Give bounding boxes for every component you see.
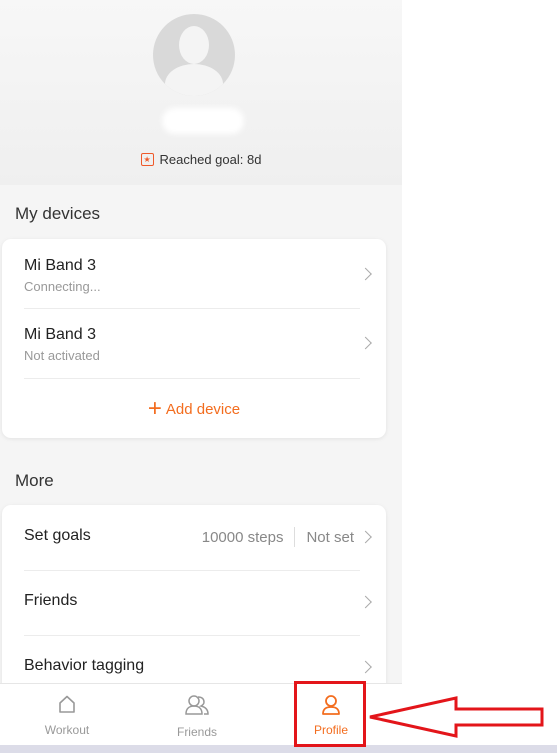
- chevron-right-icon: [359, 660, 372, 674]
- chevron-right-icon: [359, 336, 372, 349]
- value-separator: [294, 527, 296, 547]
- device-name: Mi Band 3: [24, 257, 97, 274]
- plus-icon: +: [147, 395, 162, 422]
- add-device-label: Add device: [165, 400, 241, 418]
- annotation-highlight-box: [294, 681, 366, 747]
- app-screen: ★ Reached goal: 8d My devices Mi Band 3 …: [0, 0, 402, 753]
- device-item[interactable]: Mi Band 3 Connecting...: [24, 239, 372, 308]
- blurred-username: [162, 108, 244, 134]
- avatar-body-shape: [165, 64, 223, 96]
- tab-friends[interactable]: Friends: [130, 684, 264, 746]
- chevron-right-icon: [359, 530, 372, 544]
- system-bottom-strip: [0, 745, 557, 753]
- tab-friends-label: Friends: [176, 725, 217, 739]
- secondary-goal-value: Not set: [306, 528, 354, 546]
- device-item[interactable]: Mi Band 3 Not activated: [24, 308, 372, 377]
- goal-row: ★ Reached goal: 8d: [0, 149, 402, 169]
- friends-row[interactable]: Friends: [24, 570, 372, 634]
- goal-text: Reached goal: 8d: [159, 151, 262, 167]
- star-badge-icon: ★: [140, 152, 154, 166]
- home-icon: [59, 695, 75, 713]
- devices-section-title: My devices: [15, 204, 101, 223]
- set-goals-values: 10000 steps Not set: [202, 527, 354, 547]
- steps-goal-value: 10000 steps: [201, 528, 284, 546]
- friends-label: Friends: [24, 592, 78, 609]
- device-status: Connecting...: [24, 279, 101, 294]
- device-name: Mi Band 3: [24, 326, 97, 343]
- set-goals-label: Set goals: [24, 527, 91, 544]
- more-section-title: More: [15, 471, 54, 490]
- divider: [24, 378, 360, 379]
- chevron-right-icon: [359, 267, 372, 280]
- friends-icon: [185, 695, 209, 715]
- avatar-head-shape: [179, 26, 209, 64]
- tab-workout[interactable]: Workout: [0, 684, 134, 746]
- add-device-button[interactable]: + Add device: [2, 397, 386, 421]
- more-card: Set goals 10000 steps Not set Friends Be…: [2, 505, 386, 705]
- annotation-arrow-icon: [369, 696, 544, 738]
- behavior-tagging-label: Behavior tagging: [24, 657, 145, 674]
- device-status: Not activated: [24, 348, 100, 363]
- chevron-right-icon: [359, 595, 372, 609]
- devices-card: Mi Band 3 Connecting... Mi Band 3 Not ac…: [2, 239, 386, 438]
- avatar[interactable]: [153, 14, 235, 96]
- set-goals-row[interactable]: Set goals 10000 steps Not set: [24, 505, 372, 569]
- tab-workout-label: Workout: [44, 723, 90, 737]
- profile-header: ★ Reached goal: 8d: [0, 0, 402, 185]
